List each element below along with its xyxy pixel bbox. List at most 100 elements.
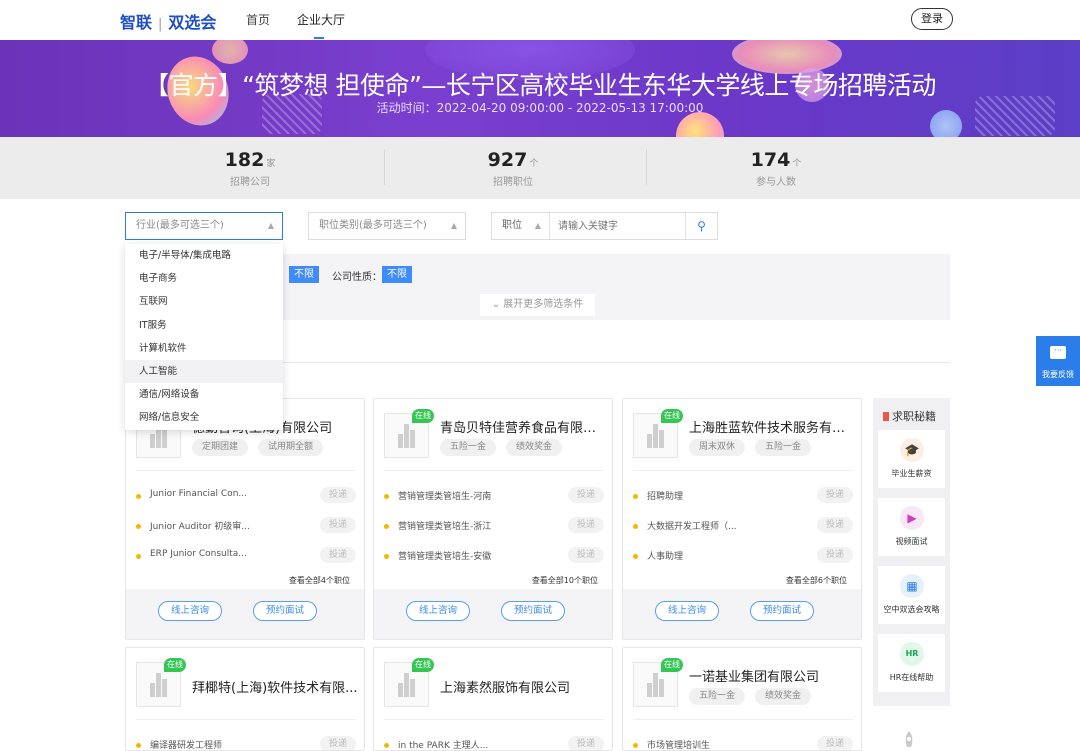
book-interview-button[interactable]: 预约面试	[253, 601, 317, 621]
job-title[interactable]: 营销管理类管培生-安徽	[398, 549, 491, 562]
apply-button[interactable]: 投递	[320, 547, 356, 563]
expand-filters-button[interactable]: ⌄ 展开更多筛选条件	[480, 294, 595, 316]
online-consult-button[interactable]: 线上咨询	[158, 601, 222, 621]
brand-name: 智联	[120, 13, 153, 32]
view-all-jobs-link[interactable]: 查看全部10个职位	[532, 575, 598, 586]
company-card[interactable]: 在线 上海素然服饰有限公司 in the PARK 主理人... 投递	[373, 647, 613, 751]
company-name[interactable]: 上海素然服饰有限公司	[440, 677, 608, 696]
job-title[interactable]: ERP Junior Consulta...	[150, 549, 247, 559]
bullet-icon	[136, 554, 141, 559]
industry-option[interactable]: 通信/网络设备	[125, 383, 283, 406]
apply-button[interactable]: 投递	[817, 517, 853, 533]
nav-company-hall[interactable]: 企业大厅	[297, 11, 345, 28]
air-fair-guide-link[interactable]: ▦ 空中双选会攻略	[878, 566, 945, 624]
industry-option[interactable]: IT服务	[125, 314, 283, 337]
apply-button[interactable]: 投递	[568, 517, 604, 533]
divider	[136, 719, 356, 720]
login-button[interactable]: 登录	[911, 8, 953, 30]
industry-option[interactable]: 人工智能	[125, 359, 283, 384]
job-title[interactable]: 招聘助理	[647, 489, 683, 502]
job-title[interactable]: in the PARK 主理人...	[398, 738, 488, 750]
job-row[interactable]: 人事助理 投递	[633, 547, 853, 563]
bullet-icon	[136, 494, 141, 499]
apply-button[interactable]: 投递	[568, 547, 604, 563]
company-name[interactable]: 上海胜蓝软件技术服务有限...	[689, 417, 857, 436]
apply-button[interactable]: 投递	[817, 547, 853, 563]
brand-logo[interactable]: 智联 | 双选会	[120, 9, 216, 33]
view-all-jobs-link[interactable]: 查看全部4个职位	[289, 575, 350, 586]
bullet-icon	[384, 494, 389, 499]
graduate-salary-link[interactable]: 🎓 毕业生薪资	[878, 430, 945, 488]
apply-button[interactable]: 投递	[817, 736, 853, 750]
industry-select[interactable]: 行业(最多可选三个) ▲	[125, 212, 283, 240]
apply-button[interactable]: 投递	[320, 487, 356, 503]
filter-unlimited-tag[interactable]: 不限	[289, 266, 319, 283]
search-icon[interactable]: ⚲	[685, 213, 717, 239]
company-name[interactable]: 青岛贝特佳营养食品有限公司	[440, 417, 608, 436]
apply-button[interactable]: 投递	[568, 487, 604, 503]
company-card-header: 在线 青岛贝特佳营养食品有限公司 五险一金 绩效奖金	[374, 399, 612, 484]
video-interview-link[interactable]: ▶ 视频面试	[878, 498, 945, 556]
industry-option[interactable]: 计算机软件	[125, 337, 283, 360]
book-interview-button[interactable]: 预约面试	[750, 601, 814, 621]
job-category-select[interactable]: 职位类别(最多可选三个) ▲	[308, 212, 466, 240]
job-title[interactable]: 人事助理	[647, 549, 683, 562]
job-title[interactable]: 大数据开发工程师（...	[647, 519, 737, 532]
building-icon	[398, 424, 416, 448]
job-title[interactable]: Junior Auditor 初级审...	[150, 519, 250, 532]
divider	[633, 470, 853, 471]
company-card[interactable]: 在线 一诺基业集团有限公司 五险一金 绩效奖金 市场管理培训生 投递	[622, 647, 862, 751]
job-row[interactable]: 市场管理培训生 投递	[633, 736, 853, 750]
company-card[interactable]: 在线 青岛贝特佳营养食品有限公司 五险一金 绩效奖金 营销管理类管培生-河南 投递 营销管理…	[373, 398, 613, 640]
apply-button[interactable]: 投递	[320, 736, 356, 750]
apply-button[interactable]: 投递	[320, 517, 356, 533]
online-consult-button[interactable]: 线上咨询	[406, 601, 470, 621]
job-row[interactable]: 营销管理类管培生-浙江 投递	[384, 517, 604, 533]
job-row[interactable]: 编译器研发工程师 投递	[136, 736, 356, 750]
chevron-down-icon: ⌄	[491, 299, 501, 310]
job-title[interactable]: 编译器研发工程师	[150, 738, 222, 750]
job-title[interactable]: 营销管理类管培生-河南	[398, 489, 491, 502]
bullet-icon	[633, 524, 638, 529]
building-icon	[150, 673, 168, 697]
grad-cap-icon: 🎓	[900, 438, 924, 462]
divider	[136, 470, 356, 471]
company-nature-unlimited-tag[interactable]: 不限	[382, 266, 412, 283]
job-row[interactable]: 营销管理类管培生-河南 投递	[384, 487, 604, 503]
online-consult-button[interactable]: 线上咨询	[655, 601, 719, 621]
job-row[interactable]: 大数据开发工程师（... 投递	[633, 517, 853, 533]
job-title[interactable]: 市场管理培训生	[647, 738, 710, 750]
apply-button[interactable]: 投递	[817, 487, 853, 503]
job-row[interactable]: 招聘助理 投递	[633, 487, 853, 503]
book-interview-button[interactable]: 预约面试	[501, 601, 565, 621]
job-row[interactable]: ERP Junior Consulta... 投递	[136, 547, 356, 563]
company-name[interactable]: 一诺基业集团有限公司	[689, 666, 857, 685]
nav-home[interactable]: 首页	[246, 11, 270, 28]
view-all-jobs-link[interactable]: 查看全部6个职位	[786, 575, 847, 586]
bullet-icon	[384, 554, 389, 559]
back-to-top-icon[interactable]	[901, 731, 917, 751]
company-card[interactable]: 在线 拜椰特(上海)软件技术有限... 编译器研发工程师 投递	[125, 647, 365, 751]
industry-option[interactable]: 电子商务	[125, 267, 283, 290]
job-row[interactable]: Junior Auditor 初级审... 投递	[136, 517, 356, 533]
nav-active-indicator	[314, 37, 324, 39]
keyword-input[interactable]	[558, 213, 678, 239]
bullet-icon	[384, 524, 389, 529]
caret-up-icon: ▲	[450, 221, 457, 230]
company-card[interactable]: 在线 上海胜蓝软件技术服务有限... 周末双休 五险一金 招聘助理 投递 大数据开发工程师（…	[622, 398, 862, 640]
hr-online-help-link[interactable]: HR HR在线帮助	[878, 634, 945, 692]
company-name[interactable]: 拜椰特(上海)软件技术有限...	[192, 677, 360, 696]
job-title[interactable]: Junior Financial Con...	[150, 489, 247, 499]
industry-option[interactable]: 网络/信息安全	[125, 406, 283, 429]
job-row[interactable]: in the PARK 主理人... 投递	[384, 736, 604, 750]
company-card[interactable]: 德勤咨询(上海)有限公司定期团建试用期全额Junior Financial Co…	[125, 398, 365, 640]
stat-divider	[384, 149, 385, 185]
apply-button[interactable]: 投递	[568, 736, 604, 750]
industry-option[interactable]: 电子/半导体/集成电路	[125, 244, 283, 267]
industry-option[interactable]: 互联网	[125, 290, 283, 313]
job-title[interactable]: 营销管理类管培生-浙江	[398, 519, 491, 532]
position-type-select[interactable]: 职位 ▲	[492, 213, 550, 239]
job-row[interactable]: 营销管理类管培生-安徽 投递	[384, 547, 604, 563]
feedback-button[interactable]: ··· 我要反馈	[1036, 336, 1080, 386]
job-row[interactable]: Junior Financial Con... 投递	[136, 487, 356, 503]
